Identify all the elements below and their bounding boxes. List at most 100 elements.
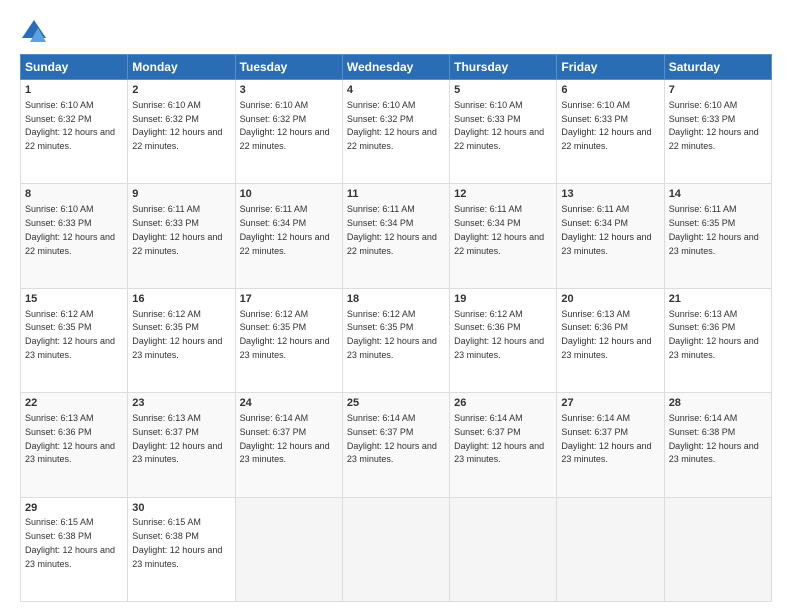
day-daylight: Daylight: 12 hours and 22 minutes. <box>347 127 437 151</box>
day-sunset: Sunset: 6:38 PM <box>669 427 736 437</box>
day-sunset: Sunset: 6:32 PM <box>25 114 92 124</box>
calendar-cell <box>450 497 557 601</box>
day-sunset: Sunset: 6:37 PM <box>561 427 628 437</box>
calendar-cell: 23Sunrise: 6:13 AMSunset: 6:37 PMDayligh… <box>128 393 235 497</box>
day-sunset: Sunset: 6:32 PM <box>240 114 307 124</box>
day-sunset: Sunset: 6:37 PM <box>454 427 521 437</box>
day-sunrise: Sunrise: 6:10 AM <box>454 100 523 110</box>
day-sunset: Sunset: 6:38 PM <box>25 531 92 541</box>
day-sunset: Sunset: 6:37 PM <box>347 427 414 437</box>
day-number: 30 <box>132 501 230 516</box>
day-daylight: Daylight: 12 hours and 23 minutes. <box>669 336 759 360</box>
day-daylight: Daylight: 12 hours and 22 minutes. <box>25 232 115 256</box>
calendar-cell: 28Sunrise: 6:14 AMSunset: 6:38 PMDayligh… <box>664 393 771 497</box>
weekday-header-wednesday: Wednesday <box>342 55 449 80</box>
day-number: 8 <box>25 187 123 202</box>
weekday-header-tuesday: Tuesday <box>235 55 342 80</box>
calendar-cell: 4Sunrise: 6:10 AMSunset: 6:32 PMDaylight… <box>342 80 449 184</box>
calendar-cell: 8 Sunrise: 6:10 AM Sunset: 6:33 PM Daylight… <box>21 184 128 288</box>
day-daylight: Daylight: 12 hours and 22 minutes. <box>454 127 544 151</box>
calendar-cell: 9Sunrise: 6:11 AMSunset: 6:33 PMDaylight… <box>128 184 235 288</box>
day-number: 2 <box>132 83 230 98</box>
day-daylight: Daylight: 12 hours and 23 minutes. <box>669 232 759 256</box>
day-sunset: Sunset: 6:34 PM <box>454 218 521 228</box>
day-sunset: Sunset: 6:38 PM <box>132 531 199 541</box>
day-sunset: Sunset: 6:33 PM <box>132 218 199 228</box>
calendar-cell: 15Sunrise: 6:12 AMSunset: 6:35 PMDayligh… <box>21 288 128 392</box>
calendar-week-3: 15Sunrise: 6:12 AMSunset: 6:35 PMDayligh… <box>21 288 772 392</box>
day-sunrise: Sunrise: 6:10 AM <box>669 100 738 110</box>
calendar-cell: 1Sunrise: 6:10 AMSunset: 6:32 PMDaylight… <box>21 80 128 184</box>
day-number: 27 <box>561 396 659 411</box>
day-sunset: Sunset: 6:34 PM <box>347 218 414 228</box>
day-daylight: Daylight: 12 hours and 23 minutes. <box>132 441 222 465</box>
day-sunrise: Sunrise: 6:15 AM <box>132 517 201 527</box>
calendar-cell: 18Sunrise: 6:12 AMSunset: 6:35 PMDayligh… <box>342 288 449 392</box>
day-sunrise: Sunrise: 6:12 AM <box>347 309 416 319</box>
day-daylight: Daylight: 12 hours and 22 minutes. <box>561 127 651 151</box>
day-sunset: Sunset: 6:35 PM <box>240 322 307 332</box>
day-sunset: Sunset: 6:33 PM <box>25 218 92 228</box>
day-number: 17 <box>240 292 338 307</box>
calendar-week-4: 22Sunrise: 6:13 AMSunset: 6:36 PMDayligh… <box>21 393 772 497</box>
day-sunrise: Sunrise: 6:13 AM <box>132 413 201 423</box>
calendar-table: SundayMondayTuesdayWednesdayThursdayFrid… <box>20 54 772 602</box>
day-sunrise: Sunrise: 6:10 AM <box>132 100 201 110</box>
day-daylight: Daylight: 12 hours and 23 minutes. <box>347 336 437 360</box>
day-sunrise: Sunrise: 6:11 AM <box>132 204 200 214</box>
calendar-cell: 10Sunrise: 6:11 AMSunset: 6:34 PMDayligh… <box>235 184 342 288</box>
day-sunrise: Sunrise: 6:15 AM <box>25 517 94 527</box>
day-sunset: Sunset: 6:37 PM <box>240 427 307 437</box>
calendar-cell <box>342 497 449 601</box>
weekday-header-sunday: Sunday <box>21 55 128 80</box>
day-sunrise: Sunrise: 6:13 AM <box>561 309 630 319</box>
day-sunset: Sunset: 6:33 PM <box>454 114 521 124</box>
calendar-cell: 5Sunrise: 6:10 AMSunset: 6:33 PMDaylight… <box>450 80 557 184</box>
day-daylight: Daylight: 12 hours and 23 minutes. <box>132 545 222 569</box>
day-sunset: Sunset: 6:32 PM <box>132 114 199 124</box>
day-sunset: Sunset: 6:34 PM <box>561 218 628 228</box>
day-sunrise: Sunrise: 6:14 AM <box>347 413 416 423</box>
day-number: 7 <box>669 83 767 98</box>
calendar-cell: 6Sunrise: 6:10 AMSunset: 6:33 PMDaylight… <box>557 80 664 184</box>
day-sunrise: Sunrise: 6:12 AM <box>25 309 94 319</box>
day-number: 21 <box>669 292 767 307</box>
calendar-cell: 26Sunrise: 6:14 AMSunset: 6:37 PMDayligh… <box>450 393 557 497</box>
calendar-cell: 14Sunrise: 6:11 AMSunset: 6:35 PMDayligh… <box>664 184 771 288</box>
day-daylight: Daylight: 12 hours and 23 minutes. <box>25 441 115 465</box>
day-sunrise: Sunrise: 6:10 AM <box>25 204 94 214</box>
day-number: 28 <box>669 396 767 411</box>
calendar-cell: 21Sunrise: 6:13 AMSunset: 6:36 PMDayligh… <box>664 288 771 392</box>
day-sunrise: Sunrise: 6:12 AM <box>132 309 201 319</box>
day-daylight: Daylight: 12 hours and 23 minutes. <box>561 336 651 360</box>
calendar-week-1: 1Sunrise: 6:10 AMSunset: 6:32 PMDaylight… <box>21 80 772 184</box>
day-sunset: Sunset: 6:33 PM <box>669 114 736 124</box>
day-daylight: Daylight: 12 hours and 23 minutes. <box>25 336 115 360</box>
day-sunrise: Sunrise: 6:11 AM <box>669 204 737 214</box>
day-daylight: Daylight: 12 hours and 22 minutes. <box>132 232 222 256</box>
calendar-header-row: SundayMondayTuesdayWednesdayThursdayFrid… <box>21 55 772 80</box>
day-daylight: Daylight: 12 hours and 23 minutes. <box>454 441 544 465</box>
day-sunset: Sunset: 6:32 PM <box>347 114 414 124</box>
day-number: 19 <box>454 292 552 307</box>
calendar-cell: 16Sunrise: 6:12 AMSunset: 6:35 PMDayligh… <box>128 288 235 392</box>
calendar-cell: 27Sunrise: 6:14 AMSunset: 6:37 PMDayligh… <box>557 393 664 497</box>
day-daylight: Daylight: 12 hours and 22 minutes. <box>347 232 437 256</box>
day-sunset: Sunset: 6:36 PM <box>561 322 628 332</box>
weekday-header-saturday: Saturday <box>664 55 771 80</box>
day-sunrise: Sunrise: 6:14 AM <box>240 413 309 423</box>
calendar-cell: 22Sunrise: 6:13 AMSunset: 6:36 PMDayligh… <box>21 393 128 497</box>
day-sunset: Sunset: 6:35 PM <box>669 218 736 228</box>
day-daylight: Daylight: 12 hours and 23 minutes. <box>132 336 222 360</box>
calendar-cell: 17Sunrise: 6:12 AMSunset: 6:35 PMDayligh… <box>235 288 342 392</box>
day-daylight: Daylight: 12 hours and 23 minutes. <box>240 441 330 465</box>
day-number: 22 <box>25 396 123 411</box>
logo <box>20 18 52 46</box>
day-sunrise: Sunrise: 6:12 AM <box>240 309 309 319</box>
day-sunrise: Sunrise: 6:13 AM <box>669 309 738 319</box>
calendar-cell <box>557 497 664 601</box>
day-sunrise: Sunrise: 6:11 AM <box>347 204 415 214</box>
day-number: 23 <box>132 396 230 411</box>
day-sunset: Sunset: 6:34 PM <box>240 218 307 228</box>
day-number: 20 <box>561 292 659 307</box>
